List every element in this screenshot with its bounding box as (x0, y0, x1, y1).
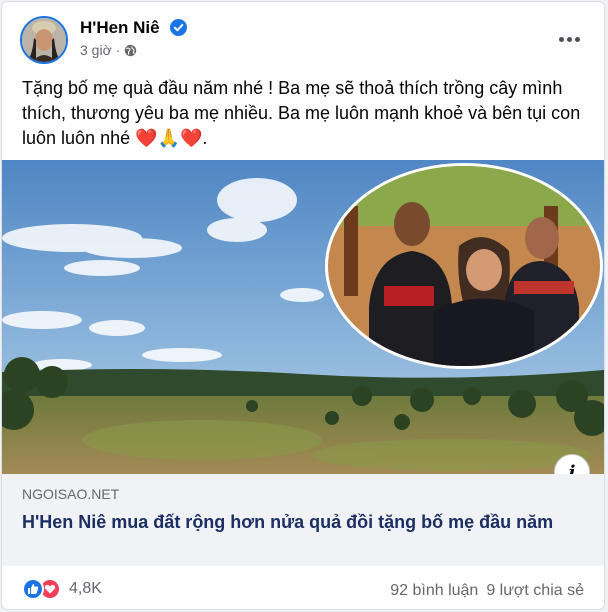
link-title[interactable]: H'Hen Niê mua đất rộng hơn nửa quả đồi t… (22, 510, 582, 534)
reaction-count: 4,8K (69, 580, 102, 597)
more-options-icon (558, 36, 564, 42)
avatar-image (22, 18, 66, 62)
share-count[interactable]: 9 lượt chia sẻ (486, 582, 584, 600)
post-meta: 3 giờ · (80, 42, 137, 58)
post-text-end: . (202, 128, 208, 148)
author-avatar[interactable] (20, 16, 68, 64)
comment-count[interactable]: 92 bình luận (390, 582, 478, 600)
heart-emoji-2: ❤️ (179, 128, 203, 148)
reactions-summary[interactable]: 4,8K (22, 578, 102, 600)
post-text-line1: Tặng bố mẹ quà đầu năm nhé ! Ba mẹ sẽ th… (22, 78, 563, 98)
link-domain: NGOISAO.NET (22, 486, 120, 502)
post-text-line2: thích, thương yêu ba mẹ nhiều. Ba mẹ luô… (22, 103, 581, 123)
post-header: H'Hen Niê 3 giờ · (2, 2, 604, 68)
post-stats: 92 bình luận 9 lượt chia sẻ (390, 582, 584, 600)
verified-badge-icon (170, 19, 187, 36)
post-card: H'Hen Niê 3 giờ · Tặng bố mẹ quà đầu năm… (1, 1, 605, 610)
more-options-button[interactable] (554, 24, 584, 54)
pray-emoji: 🙏 (157, 128, 180, 148)
landscape-image (2, 160, 604, 474)
author-name[interactable]: H'Hen Niê (80, 18, 160, 38)
post-text: Tặng bố mẹ quà đầu năm nhé ! Ba mẹ sẽ th… (22, 76, 592, 151)
post-text-line3: luôn luôn nhé (22, 128, 131, 148)
post-image[interactable]: i (2, 160, 604, 474)
link-preview[interactable]: NGOISAO.NET H'Hen Niê mua đất rộng hơn n… (2, 474, 604, 566)
heart-emoji: ❤️ (135, 128, 158, 148)
globe-icon[interactable] (124, 44, 137, 57)
post-footer: 4,8K 92 bình luận 9 lượt chia sẻ (2, 572, 604, 609)
post-time[interactable]: 3 giờ (80, 42, 112, 58)
meta-separator: · (115, 42, 121, 58)
like-reaction-icon (22, 578, 44, 600)
